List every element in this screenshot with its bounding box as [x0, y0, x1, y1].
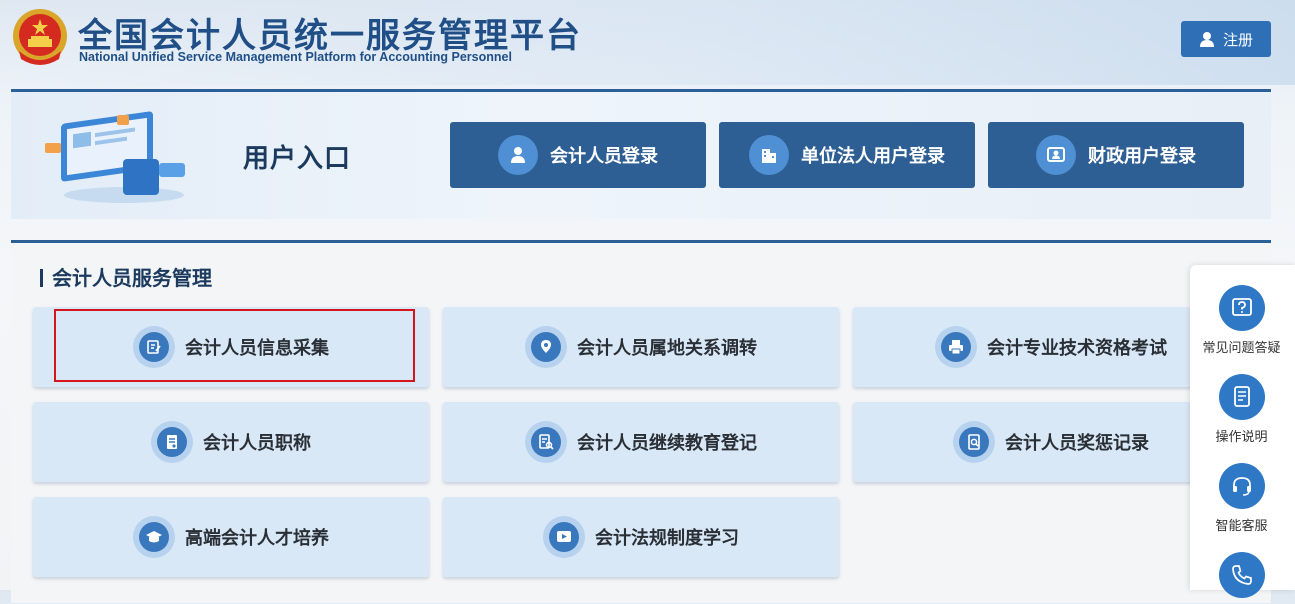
faq-label: 常见问题答疑: [1202, 341, 1281, 356]
location-transfer-icon: [525, 326, 567, 368]
graduation-cap-icon: [133, 516, 175, 558]
service-card-professional-title[interactable]: 会计人员职称: [33, 402, 429, 482]
platform-subtitle: National Unified Service Management Plat…: [79, 50, 512, 64]
finance-login-button[interactable]: 财政用户登录: [988, 122, 1244, 188]
corporate-login-label: 单位法人用户登录: [801, 146, 945, 167]
register-label: 注册: [1222, 30, 1253, 49]
service-card-label: 会计法规制度学习: [595, 528, 739, 549]
accountant-login-button[interactable]: 会计人员登录: [450, 122, 706, 188]
record-search-icon: [953, 421, 995, 463]
customer-service-tool[interactable]: 智能客服: [1190, 463, 1293, 534]
service-card-label: 会计人员信息采集: [185, 338, 329, 359]
service-card-continuing-education[interactable]: 会计人员继续教育登记: [443, 402, 839, 482]
page-header: 全国会计人员统一服务管理平台 National Unified Service …: [0, 0, 1295, 85]
manual-icon: [1218, 374, 1265, 420]
user-icon: [1199, 32, 1214, 47]
floating-toolbar: 常见问题答疑 操作说明 智能客服: [1190, 265, 1295, 598]
service-card-info-collection[interactable]: 会计人员信息采集: [33, 307, 429, 387]
manual-label: 操作说明: [1215, 430, 1268, 445]
finance-login-label: 财政用户登录: [1088, 146, 1196, 167]
services-section-title: 会计人员服务管理: [40, 268, 212, 288]
building-icon: [749, 135, 789, 175]
accountant-login-label: 会计人员登录: [550, 146, 658, 167]
phone-tool[interactable]: [1190, 552, 1293, 604]
services-section: 会计人员服务管理 会计人员信息采集 会计人员属地关系调转 会计专业技术资格考试 …: [11, 240, 1271, 603]
exam-print-icon: [935, 326, 977, 368]
customer-service-label: 智能客服: [1215, 519, 1268, 534]
person-icon: [498, 135, 538, 175]
phone-icon: [1218, 552, 1265, 598]
service-card-regulation-learning[interactable]: 会计法规制度学习: [443, 497, 839, 577]
service-card-label: 会计专业技术资格考试: [987, 338, 1167, 359]
service-card-label: 会计人员属地关系调转: [577, 338, 757, 359]
manual-tool[interactable]: 操作说明: [1190, 374, 1293, 445]
register-button[interactable]: 注册: [1181, 21, 1271, 57]
education-search-icon: [525, 421, 567, 463]
play-video-icon: [543, 516, 585, 558]
service-card-label: 高端会计人才培养: [185, 528, 329, 549]
service-card-label: 会计人员继续教育登记: [577, 433, 757, 454]
faq-tool[interactable]: 常见问题答疑: [1190, 285, 1293, 356]
service-card-location-transfer[interactable]: 会计人员属地关系调转: [443, 307, 839, 387]
computer-illustration-icon: [45, 111, 185, 203]
corporate-login-button[interactable]: 单位法人用户登录: [719, 122, 975, 188]
title-document-icon: [151, 421, 193, 463]
edit-form-icon: [133, 326, 175, 368]
service-card-label: 会计人员奖惩记录: [1005, 433, 1149, 454]
service-card-label: 会计人员职称: [203, 433, 311, 454]
national-emblem-icon: [13, 9, 67, 65]
service-card-talent-training[interactable]: 高端会计人才培养: [33, 497, 429, 577]
user-entry-title: 用户入口: [243, 144, 352, 174]
headset-icon: [1218, 463, 1265, 509]
id-card-icon: [1036, 135, 1076, 175]
user-entry-section: 用户入口 会计人员登录 单位法人用户登录 财政用户登录: [11, 89, 1271, 219]
question-icon: [1218, 285, 1265, 331]
